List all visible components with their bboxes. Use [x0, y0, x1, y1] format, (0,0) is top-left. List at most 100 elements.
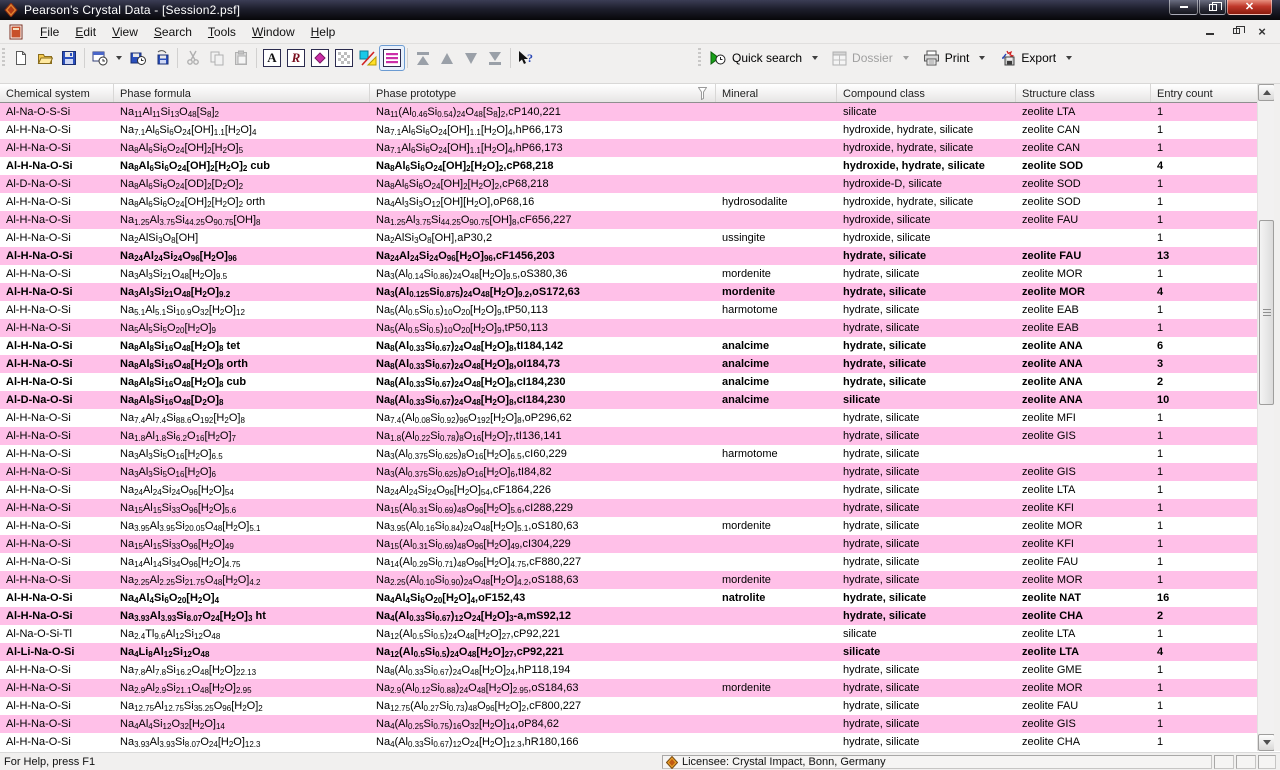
table-row[interactable]: Al-H-Na-O-SiNa7.4Al7.4Si88.6O192[H2O]8Na… [0, 409, 1257, 427]
menu-view[interactable]: View [104, 22, 146, 42]
cell-entry-count: 1 [1151, 481, 1257, 499]
column-header-structure-class[interactable]: Structure class [1016, 84, 1151, 102]
table-row[interactable]: Al-H-Na-O-SiNa8Al8Si16O48[H2O]8 tetNa8(A… [0, 337, 1257, 355]
table-row[interactable]: Al-H-Na-O-SiNa24Al24Si24O96[H2O]96Na24Al… [0, 247, 1257, 265]
mdi-minimize-button[interactable] [1202, 24, 1218, 38]
mdi-restore-button[interactable] [1228, 24, 1244, 38]
table-row[interactable]: Al-H-Na-O-SiNa3Al3Si5O16[H2O]6Na3(Al0.37… [0, 463, 1257, 481]
menu-help[interactable]: Help [303, 22, 344, 42]
column-header-entry-count[interactable]: Entry count [1151, 84, 1257, 102]
table-row[interactable]: Al-H-Na-O-SiNa2.9Al2.9Si21.1O48[H2O]2.95… [0, 679, 1257, 697]
table-row[interactable]: Al-H-Na-O-SiNa1.8Al1.8Si6.2O16[H2O]7Na1.… [0, 427, 1257, 445]
table-row[interactable]: Al-H-Na-O-SiNa3.95Al3.95Si20.05O48[H2O]5… [0, 517, 1257, 535]
table-row[interactable]: Al-H-Na-O-SiNa8Al6Si6O24[OH]2[H2O]2 orth… [0, 193, 1257, 211]
table-row[interactable]: Al-H-Na-O-SiNa8Al6Si6O24[OH]2[H2O]5Na7.1… [0, 139, 1257, 157]
export-dropdown-caret[interactable] [1066, 56, 1072, 60]
view-references-button[interactable]: R [284, 46, 308, 70]
column-header-phase-formula[interactable]: Phase formula [114, 84, 370, 102]
paste-button[interactable] [229, 46, 253, 70]
table-row[interactable]: Al-H-Na-O-SiNa12.75Al12.75Si35.25O96[H2O… [0, 697, 1257, 715]
vertical-scrollbar[interactable] [1257, 84, 1274, 751]
table-row[interactable]: Al-H-Na-O-SiNa3Al3Si21O48[H2O]9.2Na3(Al0… [0, 283, 1257, 301]
print-dropdown-caret[interactable] [979, 56, 985, 60]
export-button[interactable]: Export [995, 48, 1060, 68]
table-row[interactable]: Al-D-Na-O-SiNa8Al6Si6O24[OD]2[D2O]2Na8Al… [0, 175, 1257, 193]
save-button[interactable] [57, 46, 81, 70]
menu-window[interactable]: Window [244, 22, 303, 42]
menu-tools[interactable]: Tools [200, 22, 244, 42]
table-row[interactable]: Al-H-Na-O-SiNa7.1Al6Si6O24[OH]1.1[H2O]4N… [0, 121, 1257, 139]
table-row[interactable]: Al-D-Na-O-SiNa8Al8Si16O48[D2O]8Na8(Al0.3… [0, 391, 1257, 409]
table-row[interactable]: Al-H-Na-O-SiNa5.1Al5.1Si10.9O32[H2O]12Na… [0, 301, 1257, 319]
view-text-button[interactable]: A [260, 46, 284, 70]
context-help-button[interactable]: ? [514, 46, 538, 70]
table-row[interactable]: Al-H-Na-O-SiNa14Al14Si34O96[H2O]4.75Na14… [0, 553, 1257, 571]
go-previous-button[interactable] [435, 46, 459, 70]
mdi-close-button[interactable]: × [1254, 24, 1270, 38]
table-row[interactable]: Al-H-Na-O-SiNa4Al4Si12O32[H2O]14Na4(Al0.… [0, 715, 1257, 733]
menu-search[interactable]: Search [146, 22, 200, 42]
cell-phase-formula: Na7.1Al6Si6O24[OH]1.1[H2O]4 [114, 121, 370, 139]
column-header-compound-class[interactable]: Compound class [837, 84, 1016, 102]
cell-mineral [716, 409, 837, 427]
view-structure-button[interactable] [308, 46, 332, 70]
dossier-dropdown-caret[interactable] [903, 56, 909, 60]
table-row[interactable]: Al-Na-O-S-SiNa11Al11Si13O48[S8]2Na11(Al0… [0, 103, 1257, 121]
toolbar-gripper[interactable] [698, 48, 701, 68]
save-search-button[interactable] [126, 46, 150, 70]
save-results-button[interactable] [150, 46, 174, 70]
go-first-button[interactable] [411, 46, 435, 70]
scrollbar-down-button[interactable] [1258, 734, 1275, 751]
column-header-mineral[interactable]: Mineral [716, 84, 837, 102]
cell-phase-prototype: Na15(Al0.31Si0.69)48O96[H2O]5.6,cI288,22… [370, 499, 716, 517]
table-row[interactable]: Al-H-Na-O-SiNa8Al6Si6O24[OH]2[H2O]2 cubN… [0, 157, 1257, 175]
go-last-button[interactable] [483, 46, 507, 70]
view-pattern-button[interactable] [332, 46, 356, 70]
view-list-button[interactable] [380, 46, 404, 70]
table-row[interactable]: Al-H-Na-O-SiNa3.93Al3.93Si8.07O24[H2O]3 … [0, 607, 1257, 625]
toolbar-gripper[interactable] [2, 48, 5, 68]
filter-funnel-icon[interactable] [698, 87, 707, 100]
restore-button[interactable] [1199, 0, 1226, 15]
cell-phase-formula: Na8Al6Si6O24[OH]2[H2O]2 orth [114, 193, 370, 211]
dossier-button[interactable]: Dossier [828, 49, 897, 68]
view-diagram-button[interactable] [356, 46, 380, 70]
table-row[interactable]: Al-H-Na-O-SiNa4Al4Si6O20[H2O]4Na4Al4Si6O… [0, 589, 1257, 607]
copy-button[interactable] [205, 46, 229, 70]
scrollbar-thumb[interactable] [1259, 220, 1274, 405]
close-button[interactable]: ✕ [1227, 0, 1272, 15]
restore-search-button[interactable] [88, 46, 112, 70]
column-header-phase-prototype[interactable]: Phase prototype [370, 84, 716, 102]
table-row[interactable]: Al-Li-Na-O-SiNa4Li8Al12Si12O48Na12(Al0.5… [0, 643, 1257, 661]
table-row[interactable]: Al-H-Na-O-SiNa3Al3Si5O16[H2O]6.5Na3(Al0.… [0, 445, 1257, 463]
print-button[interactable]: Print [919, 48, 974, 68]
table-row[interactable]: Al-H-Na-O-SiNa15Al15Si33O96[H2O]49Na15(A… [0, 535, 1257, 553]
minimize-button[interactable] [1169, 0, 1198, 15]
table-row[interactable]: Al-H-Na-O-SiNa3Al3Si21O48[H2O]9.5Na3(Al0… [0, 265, 1257, 283]
cell-compound-class: hydrate, silicate [837, 715, 1016, 733]
go-next-button[interactable] [459, 46, 483, 70]
quick-search-button[interactable]: Quick search [705, 48, 806, 68]
table-row[interactable]: Al-H-Na-O-SiNa7.8Al7.8Si16.2O48[H2O]22.1… [0, 661, 1257, 679]
table-row[interactable]: Al-H-Na-O-SiNa2.25Al2.25Si21.75O48[H2O]4… [0, 571, 1257, 589]
scrollbar-up-button[interactable] [1258, 84, 1275, 101]
table-row[interactable]: Al-H-Na-O-SiNa2AlSi3O8[OH]Na2AlSi3O8[OH]… [0, 229, 1257, 247]
table-row[interactable]: Al-H-Na-O-SiNa8Al8Si16O48[H2O]8 orthNa8(… [0, 355, 1257, 373]
table-row[interactable]: Al-H-Na-O-SiNa8Al8Si16O48[H2O]8 cubNa8(A… [0, 373, 1257, 391]
restore-search-dropdown-caret[interactable] [116, 56, 122, 60]
cut-button[interactable] [181, 46, 205, 70]
cell-mineral [716, 139, 837, 157]
open-button[interactable] [33, 46, 57, 70]
table-row[interactable]: Al-H-Na-O-SiNa3.93Al3.93Si8.07O24[H2O]12… [0, 733, 1257, 751]
mdi-document-icon[interactable] [8, 24, 24, 40]
table-row[interactable]: Al-Na-O-Si-TlNa2.4Tl9.6Al12Si12O48Na12(A… [0, 625, 1257, 643]
table-row[interactable]: Al-H-Na-O-SiNa1.25Al3.75Si44.25O90.75[OH… [0, 211, 1257, 229]
column-header-chemical-system[interactable]: Chemical system [0, 84, 114, 102]
table-row[interactable]: Al-H-Na-O-SiNa5Al5Si5O20[H2O]9Na5(Al0.5S… [0, 319, 1257, 337]
table-row[interactable]: Al-H-Na-O-SiNa24Al24Si24O96[H2O]54Na24Al… [0, 481, 1257, 499]
table-row[interactable]: Al-H-Na-O-SiNa15Al15Si33O96[H2O]5.6Na15(… [0, 499, 1257, 517]
new-document-button[interactable] [9, 46, 33, 70]
menu-file[interactable]: File [32, 22, 67, 42]
quick-search-dropdown-caret[interactable] [812, 56, 818, 60]
menu-edit[interactable]: Edit [67, 22, 104, 42]
